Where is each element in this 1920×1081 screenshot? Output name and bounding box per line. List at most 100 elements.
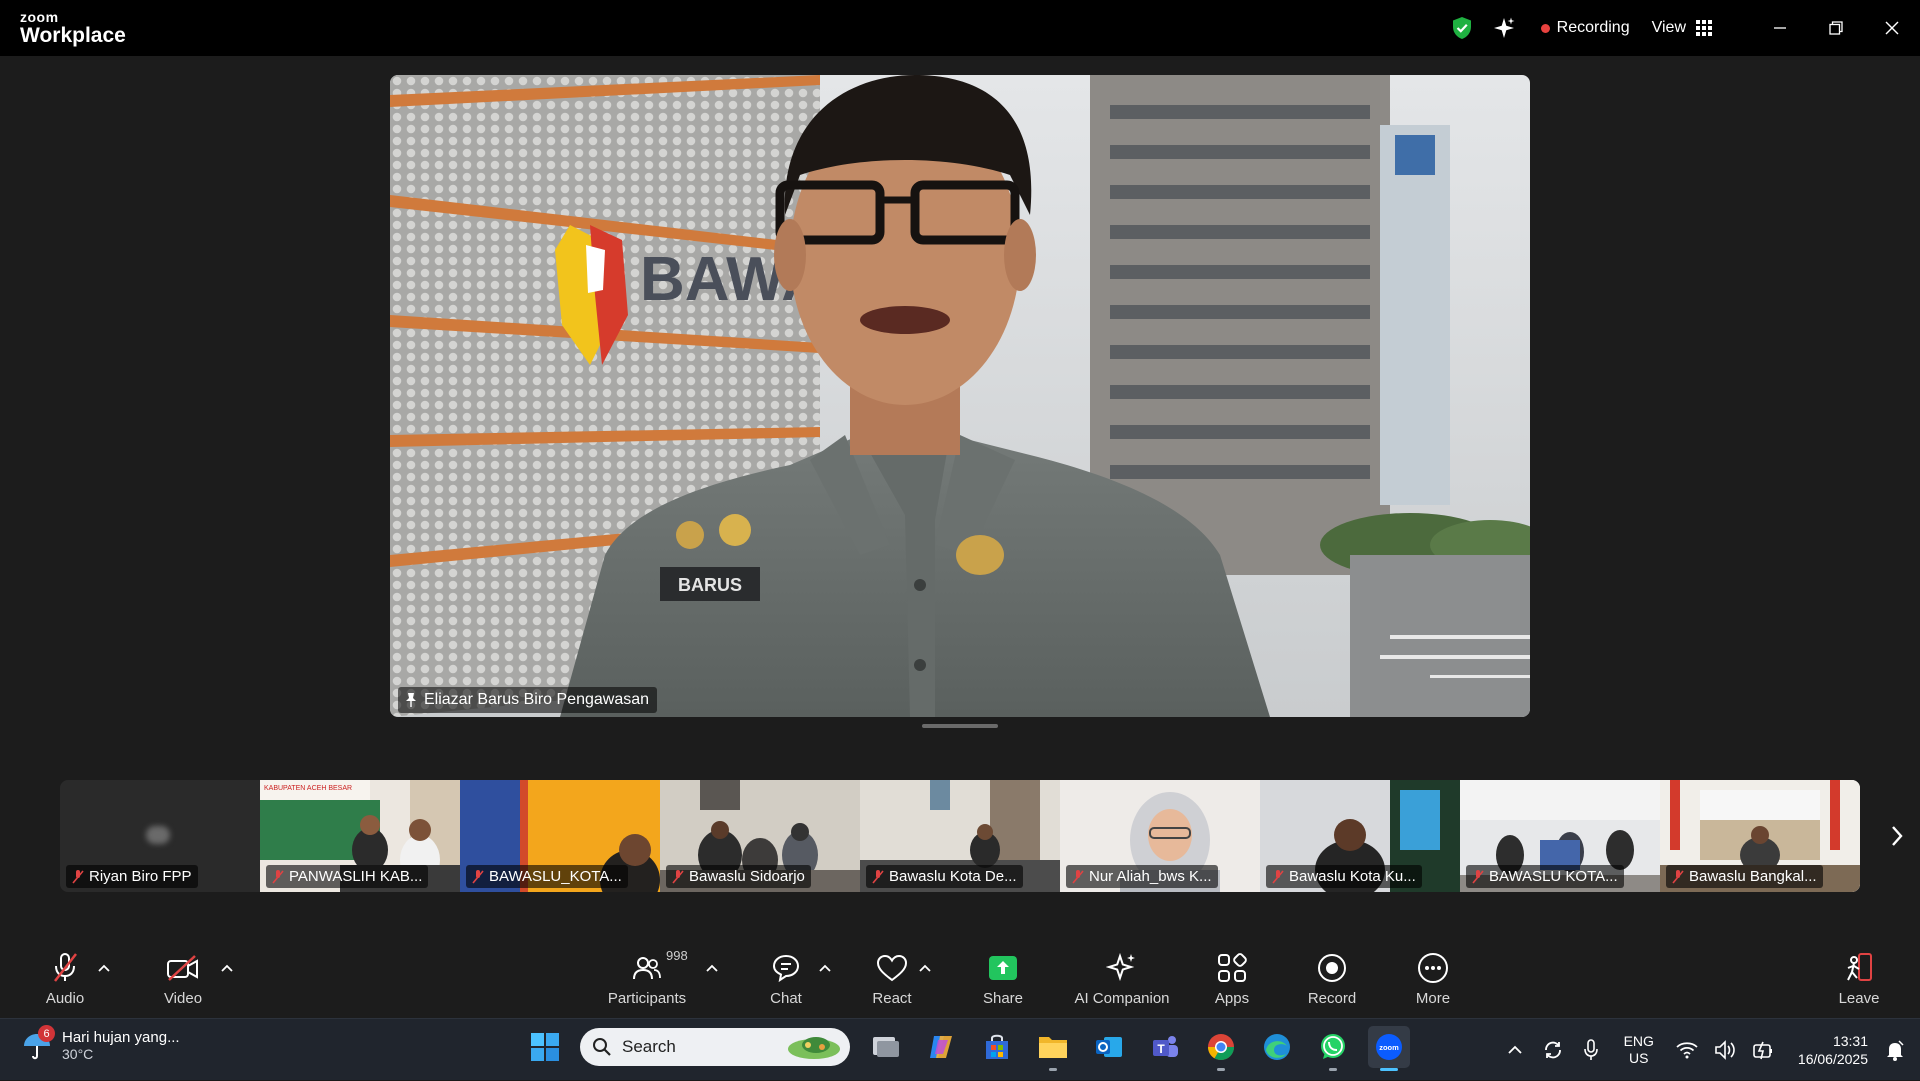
participants-button[interactable]: 998 Participants — [604, 938, 690, 1018]
participant-tile[interactable]: Bawaslu Kota De... — [860, 780, 1060, 892]
outlook-button[interactable] — [1088, 1026, 1130, 1068]
avatar — [146, 826, 170, 844]
brand-small: zoom — [20, 9, 59, 25]
chat-options-button[interactable] — [817, 960, 833, 976]
edge-button[interactable] — [1256, 1026, 1298, 1068]
search-icon — [593, 1038, 611, 1056]
restore-button[interactable] — [1808, 0, 1864, 56]
more-button[interactable]: More — [1410, 938, 1456, 1018]
audio-button[interactable]: Audio — [40, 938, 90, 1018]
participant-label: Bawaslu Bangkal... — [1666, 865, 1823, 888]
video-off-icon — [167, 954, 198, 981]
whatsapp-button[interactable] — [1312, 1026, 1354, 1071]
audio-options-button[interactable] — [96, 960, 112, 976]
participant-tile[interactable]: Bawaslu Bangkal... — [1660, 780, 1860, 892]
record-button[interactable]: Record — [1304, 938, 1360, 1018]
store-icon — [986, 1034, 1008, 1059]
more-label: More — [1415, 989, 1451, 1007]
volume-button[interactable] — [1710, 1035, 1740, 1065]
participant-label: Bawaslu Kota De... — [866, 865, 1023, 888]
leave-icon — [1847, 952, 1872, 981]
meeting-stage: BAWA BARUS Eliazar Barus Biro Pengawasan… — [0, 56, 1920, 938]
participants-count: 998 — [666, 947, 688, 963]
gallery-next-button[interactable] — [1882, 816, 1912, 856]
participant-name: Bawaslu Sidoarjo — [689, 868, 805, 885]
network-button[interactable] — [1672, 1035, 1702, 1065]
participant-tile[interactable]: KABUPATEN ACEH BESAR PANWASLIH KAB... — [260, 780, 460, 892]
outlook-icon — [1096, 1037, 1122, 1057]
view-button[interactable]: View — [1652, 19, 1712, 37]
notifications-button[interactable] — [1880, 1035, 1910, 1065]
recording-indicator[interactable]: Recording — [1540, 19, 1630, 37]
participant-tile[interactable]: BAWASLU KOTA... — [1460, 780, 1660, 892]
chat-icon — [772, 954, 800, 982]
zoom-icon: zoom — [1376, 1034, 1402, 1060]
ai-companion-button[interactable]: AI Companion — [1072, 938, 1172, 1018]
sync-status-button[interactable] — [1538, 1035, 1568, 1065]
shield-icon[interactable] — [1445, 11, 1479, 45]
apps-button[interactable]: Apps — [1212, 938, 1252, 1018]
chevron-up-icon — [1507, 1045, 1522, 1054]
teams-button[interactable]: T — [1144, 1026, 1186, 1068]
keyboard-layout: US — [1629, 1050, 1649, 1066]
file-explorer-button[interactable] — [1032, 1026, 1074, 1071]
share-button[interactable]: Share — [980, 938, 1026, 1018]
video-options-button[interactable] — [219, 960, 235, 976]
video-button[interactable]: Video — [160, 938, 206, 1018]
share-screen-icon — [989, 955, 1017, 980]
participant-label: Bawaslu Sidoarjo — [666, 865, 811, 888]
participant-tile[interactable]: Riyan Biro FPP — [60, 780, 260, 892]
mic-muted-icon — [1672, 869, 1684, 884]
react-options-button[interactable] — [917, 960, 933, 976]
apps-icon — [1218, 952, 1247, 982]
task-view-button[interactable] — [864, 1026, 906, 1068]
participant-label: BAWASLU_KOTA... — [466, 865, 628, 888]
react-button[interactable]: React — [869, 938, 915, 1018]
chrome-button[interactable] — [1200, 1026, 1242, 1071]
participant-tile[interactable]: BAWASLU_KOTA... — [460, 780, 660, 892]
record-label: Record — [1307, 989, 1357, 1007]
mic-muted-icon — [1272, 869, 1284, 884]
taskbar-search[interactable]: Search — [580, 1028, 850, 1066]
participants-options-button[interactable] — [704, 960, 720, 976]
zoom-button[interactable]: zoom — [1368, 1026, 1410, 1071]
participant-name: Nur Aliah_bws K... — [1089, 868, 1212, 885]
chevron-up-icon — [919, 964, 931, 972]
start-button[interactable] — [524, 1026, 566, 1068]
teams-icon: T — [1153, 1036, 1178, 1057]
chat-button[interactable]: Chat — [764, 938, 808, 1018]
ai-sparkle-icon[interactable] — [1487, 11, 1521, 45]
gallery-resize-handle[interactable] — [922, 724, 998, 728]
mic-muted-icon — [472, 869, 484, 884]
app-logo: zoom Workplace — [20, 10, 126, 46]
participant-name: Bawaslu Kota Ku... — [1289, 868, 1416, 885]
weather-temp: 30°C — [62, 1046, 94, 1062]
language-indicator[interactable]: ENG US — [1624, 1033, 1654, 1067]
mic-muted-icon — [1072, 869, 1084, 884]
mic-muted-icon — [72, 869, 84, 884]
clock[interactable]: 13:31 16/06/2025 — [1798, 1032, 1868, 1068]
participant-tile[interactable]: Bawaslu Kota Ku... — [1260, 780, 1460, 892]
clock-time: 13:31 — [1832, 1033, 1868, 1049]
minimize-button[interactable] — [1752, 0, 1808, 56]
language-code: ENG — [1623, 1033, 1654, 1049]
close-button[interactable] — [1864, 0, 1920, 56]
task-view-icon — [873, 1037, 899, 1057]
mic-muted-icon — [272, 869, 284, 884]
weather-widget[interactable]: 6 Hari hujan yang... 30°C — [22, 1025, 180, 1062]
participant-name: Bawaslu Kota De... — [889, 868, 1017, 885]
brand-name: Workplace — [20, 24, 126, 47]
active-speaker-video[interactable]: BAWA BARUS Eliazar Barus Biro Pengawasan — [390, 75, 1530, 717]
meeting-toolbar: Audio Video 998 Participants Chat React … — [0, 938, 1920, 1018]
battery-button[interactable] — [1748, 1035, 1778, 1065]
windows-taskbar: 6 Hari hujan yang... 30°C Search T zoom … — [0, 1018, 1920, 1080]
participant-tile[interactable]: Nur Aliah_bws K... — [1060, 780, 1260, 892]
microphone-tray-button[interactable] — [1576, 1035, 1606, 1065]
show-hidden-icons-button[interactable] — [1500, 1035, 1530, 1065]
recording-label: Recording — [1556, 19, 1630, 36]
microsoft-store-button[interactable] — [976, 1026, 1018, 1068]
ai-sparkle-icon — [1106, 952, 1135, 981]
copilot-button[interactable] — [920, 1026, 962, 1068]
participant-tile[interactable]: Bawaslu Sidoarjo — [660, 780, 860, 892]
leave-button[interactable]: Leave — [1836, 938, 1882, 1018]
